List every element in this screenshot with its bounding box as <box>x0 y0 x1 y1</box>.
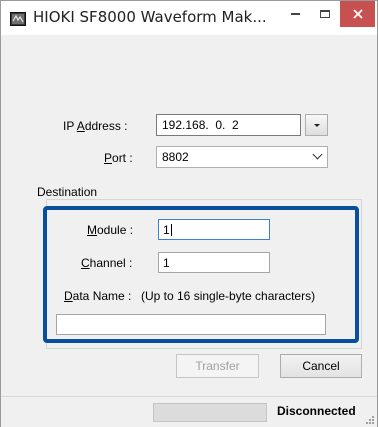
maximize-button[interactable] <box>310 1 340 27</box>
close-button[interactable] <box>340 1 375 27</box>
window-title: HIOKI SF8000 Waveform Mak... <box>33 8 267 26</box>
main-window: HIOKI SF8000 Waveform Mak... IP Address … <box>0 0 378 427</box>
close-icon <box>352 9 363 19</box>
maximize-icon <box>320 10 330 18</box>
cancel-button[interactable]: Cancel <box>280 354 362 378</box>
port-select[interactable]: 8802 <box>156 146 328 168</box>
connection-status: Disconnected <box>277 404 356 418</box>
chevron-down-icon <box>313 123 320 127</box>
minimize-icon <box>290 13 300 15</box>
text-caret <box>170 224 172 236</box>
resize-grip-icon[interactable] <box>365 415 374 424</box>
hioki-app-icon <box>10 12 26 26</box>
module-value: 1 <box>163 223 170 237</box>
transfer-button[interactable]: Transfer <box>176 354 259 378</box>
channel-input[interactable]: 1 <box>158 252 270 273</box>
ip-address-label: IP Address : <box>63 119 128 133</box>
ip-address-value: 192.168. 0. 2 <box>162 118 239 132</box>
chevron-down-icon <box>312 149 323 160</box>
status-bar: Disconnected <box>1 396 377 427</box>
data-name-input[interactable] <box>56 314 326 335</box>
channel-label: Channel : <box>81 256 133 270</box>
status-progress-panel <box>153 403 267 422</box>
module-input[interactable]: 1 <box>158 219 270 240</box>
title-bar[interactable]: HIOKI SF8000 Waveform Mak... <box>1 1 377 35</box>
port-label: Port : <box>104 151 133 165</box>
destination-group-label: Destination <box>37 185 98 199</box>
data-name-label: Data Name : <box>64 289 132 303</box>
data-name-hint: (Up to 16 single-byte characters) <box>141 289 316 303</box>
channel-value: 1 <box>163 256 170 270</box>
minimize-button[interactable] <box>280 1 310 27</box>
ip-address-dropdown-button[interactable] <box>305 114 328 136</box>
ip-address-field[interactable]: 192.168. 0. 2 <box>156 114 301 136</box>
module-label: Module : <box>87 223 134 237</box>
port-value: 8802 <box>162 150 189 164</box>
